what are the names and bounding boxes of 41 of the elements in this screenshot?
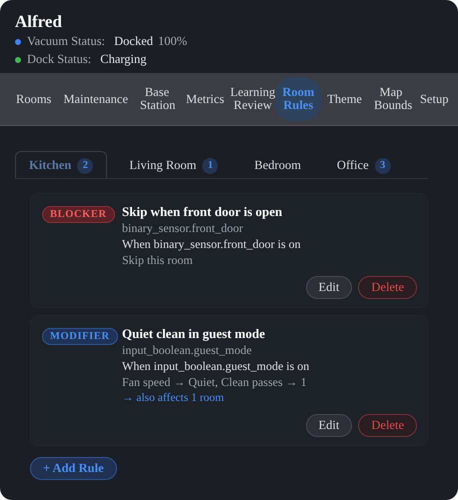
edit-button[interactable]: Edit	[306, 414, 352, 437]
also-affects-link[interactable]: → also affects 1 room	[122, 390, 310, 406]
nav-tab[interactable]: Maintenance	[57, 84, 134, 114]
rule-title: Quiet clean in guest mode	[122, 326, 266, 342]
count-badge: 1	[202, 158, 218, 174]
rule-condition: When input_boolean.guest_mode is on	[122, 358, 310, 374]
battery-level: 100%	[158, 33, 188, 50]
add-rule-button[interactable]: + Add Rule	[30, 457, 117, 480]
room-tab[interactable]: Office 3	[322, 151, 405, 178]
rule-condition: When binary_sensor.front_door is on	[122, 236, 301, 252]
room-tab[interactable]: Living Room 1	[115, 151, 232, 178]
edit-button[interactable]: Edit	[306, 276, 352, 299]
status-label: Dock Status:	[27, 51, 92, 68]
nav-tab[interactable]: Metrics	[180, 84, 230, 114]
room-tab-label: Kitchen	[29, 158, 72, 173]
rule-action: Skip this room	[122, 252, 194, 268]
rule-title: Skip when front door is open	[122, 204, 284, 220]
status-value: Docked	[114, 33, 153, 50]
nav-tab[interactable]: Map Bounds	[368, 78, 414, 120]
nav-tab[interactable]: Theme	[321, 84, 368, 114]
nav-tab[interactable]: Setup	[414, 84, 454, 114]
rule-entity: binary_sensor.front_door	[122, 220, 244, 236]
rule-entity: input_boolean.guest_mode	[122, 342, 253, 358]
room-tab[interactable]: Kitchen 2	[15, 151, 108, 178]
nav-tab[interactable]: Learning Review	[230, 78, 276, 120]
count-badge: 2	[77, 158, 94, 174]
status-value: Charging	[100, 51, 147, 68]
rule-action: Fan speed → Quiet, Clean passes → 1	[122, 374, 308, 390]
room-tab[interactable]: Bedroom	[240, 151, 315, 178]
rule-type-badge: BLOCKER	[42, 206, 115, 223]
delete-button[interactable]: Delete	[358, 276, 417, 299]
room-tab-label: Office	[336, 158, 369, 173]
status-label: Vacuum Status:	[27, 33, 106, 50]
rule-type-badge: MODIFIER	[42, 328, 118, 345]
room-tab-label: Bedroom	[254, 158, 301, 173]
delete-button[interactable]: Delete	[358, 414, 417, 437]
nav-tab[interactable]: Base Station	[134, 78, 180, 120]
count-badge: 3	[374, 158, 391, 174]
device-title: Alfred	[15, 12, 63, 32]
nav-tab[interactable]: Rooms	[10, 84, 58, 114]
room-tab-label: Living Room	[129, 158, 196, 173]
